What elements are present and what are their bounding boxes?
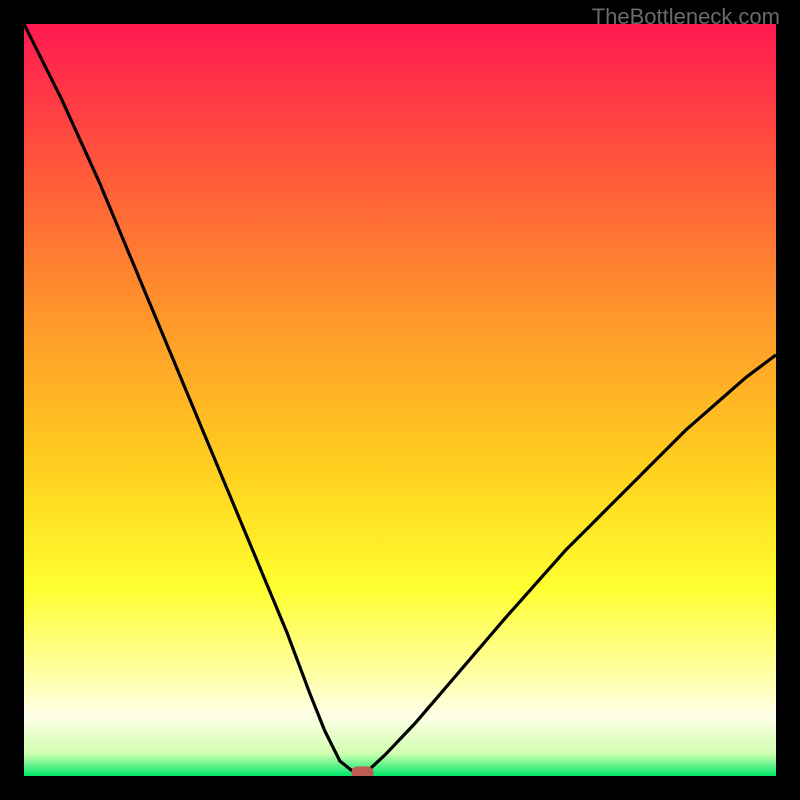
- gradient-background: [24, 24, 776, 776]
- plot-area: [24, 24, 776, 776]
- optimal-point-marker: [351, 767, 373, 777]
- chart-svg: [24, 24, 776, 776]
- watermark-text: TheBottleneck.com: [592, 4, 780, 30]
- bottleneck-chart: TheBottleneck.com: [0, 0, 800, 800]
